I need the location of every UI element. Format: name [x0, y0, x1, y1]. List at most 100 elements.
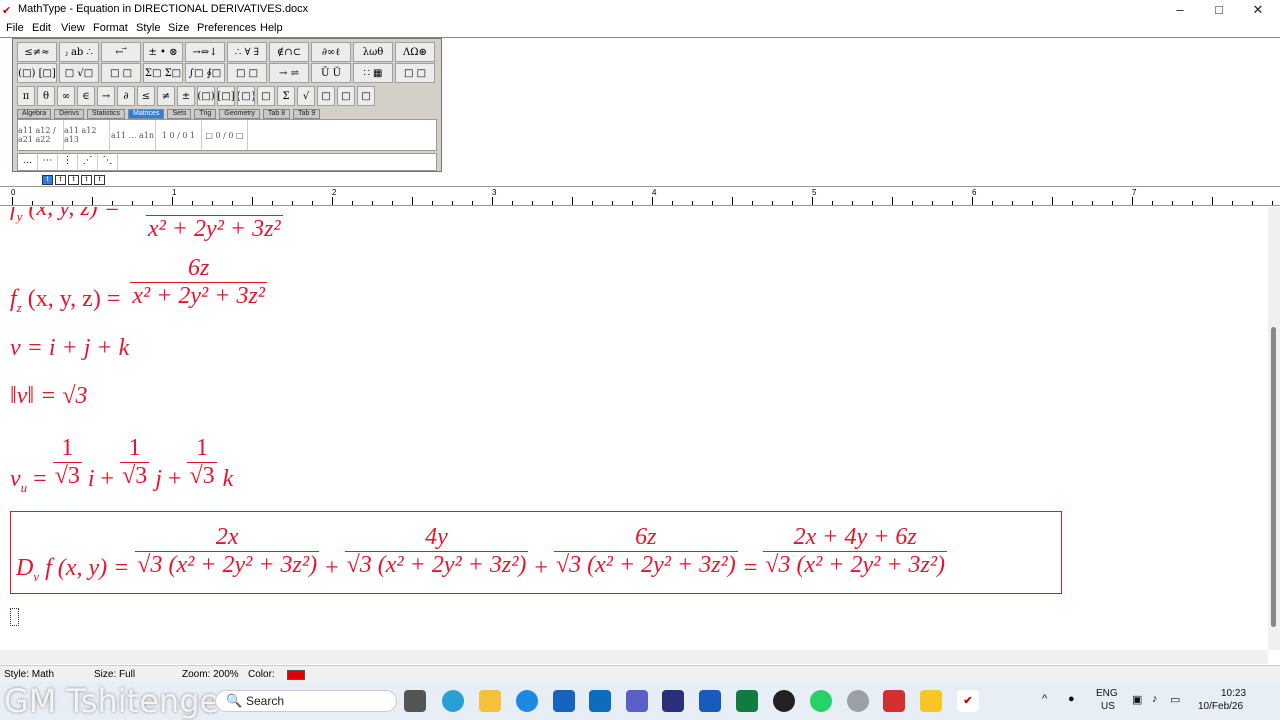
menu-size[interactable]: Size — [168, 22, 189, 34]
tab-geometry[interactable]: Geometry — [219, 109, 260, 119]
tab-statistics[interactable]: Statistics — [86, 109, 125, 119]
sqrt-template-button[interactable]: √ — [297, 86, 315, 106]
superscript-template-button[interactable]: □ — [317, 86, 335, 106]
horizontal-scrollbar[interactable] — [0, 650, 1268, 664]
vertical-scrollbar[interactable] — [1268, 207, 1280, 650]
outlook-icon[interactable] — [589, 690, 611, 712]
pi-symbol-button[interactable]: π — [17, 86, 35, 106]
security-icon[interactable] — [920, 690, 942, 712]
neq-symbol-button[interactable]: ≠ — [157, 86, 175, 106]
spaces-palette-button[interactable]: ⱼ ab ∴ — [59, 42, 99, 62]
tab-matrices[interactable]: Matrices — [128, 109, 165, 119]
diagonal-up-ellipsis-button[interactable]: ⋰ — [78, 154, 98, 170]
relations-palette-button[interactable]: ≤≠≈ — [17, 42, 57, 62]
word-icon[interactable] — [699, 690, 721, 712]
tab-9[interactable]: Tab 9 — [293, 109, 321, 119]
menu-view[interactable]: View — [61, 22, 85, 34]
browser-icon[interactable] — [516, 690, 538, 712]
chevron-up-icon[interactable]: ^ — [1042, 693, 1047, 705]
center-tab-stop[interactable]: t — [55, 175, 66, 185]
vertical-scroll-thumb[interactable] — [1271, 327, 1276, 627]
menu-help[interactable]: Help — [260, 22, 283, 34]
embellishments-palette-button[interactable]: ← ⃗ — [101, 42, 141, 62]
overbar-template-button[interactable]: □ — [357, 86, 375, 106]
menu-file[interactable]: File — [6, 22, 24, 34]
matrix-nxn-template[interactable]: a11 … a1n — [110, 120, 156, 150]
infinity-symbol-button[interactable]: ∞ — [57, 86, 75, 106]
menu-edit[interactable]: Edit — [32, 22, 51, 34]
matrix-3x3-template[interactable]: a11 a12 a13 — [64, 120, 110, 150]
baseline-ellipsis-button[interactable]: … — [18, 154, 38, 170]
boxes-palette-button[interactable]: □ □ — [395, 63, 435, 83]
braces-template-button[interactable]: {□} — [237, 86, 255, 106]
mathtype-app-icon[interactable]: ✔ — [2, 4, 14, 17]
fractions-palette-button[interactable]: □ √□ — [59, 63, 99, 83]
tab-derivs[interactable]: Derivs — [54, 109, 84, 119]
labeled-arrows-palette-button[interactable]: → ⇌ — [269, 63, 309, 83]
tab-algebra[interactable]: Algebra — [17, 109, 52, 119]
center-ellipsis-button[interactable]: ⋯ — [38, 154, 58, 170]
minimize-button[interactable]: – — [1160, 0, 1200, 20]
insertion-slot[interactable] — [10, 608, 19, 626]
mathtype-active-icon[interactable]: ✔ — [957, 690, 979, 712]
products-palette-button[interactable]: Ū Ŭ — [311, 63, 351, 83]
leq-symbol-button[interactable]: ≤ — [137, 86, 155, 106]
teams-icon[interactable] — [626, 690, 648, 712]
equation-editor[interactable]: fy (x, y, z) = x² + 2y² + 3z² fz (x, y, … — [0, 207, 1268, 650]
file-explorer-icon[interactable] — [479, 690, 501, 712]
partial-symbol-button[interactable]: ∂ — [117, 86, 135, 106]
clock-time[interactable]: 10:23 — [1221, 688, 1246, 699]
integrals-palette-button[interactable]: ∫□ ∮□ — [185, 63, 225, 83]
sum-template-button[interactable]: Σ — [277, 86, 295, 106]
bars-palette-button[interactable]: □ □ — [227, 63, 267, 83]
excel-icon[interactable] — [736, 690, 758, 712]
operators-palette-button[interactable]: ± • ⊗ — [143, 42, 183, 62]
matrices-palette-button[interactable]: ∷ ▦ — [353, 63, 393, 83]
theta-symbol-button[interactable]: θ — [37, 86, 55, 106]
chrome-icon[interactable] — [773, 690, 795, 712]
task-view-icon[interactable] — [404, 690, 426, 712]
right-tab-stop[interactable]: t — [68, 175, 79, 185]
app-icon[interactable] — [662, 690, 684, 712]
menu-preferences[interactable]: Preferences — [197, 22, 256, 34]
volume-icon[interactable]: ♪ — [1152, 693, 1158, 705]
sets-palette-button[interactable]: ∉∩⊂ — [269, 42, 309, 62]
menu-style[interactable]: Style — [136, 22, 160, 34]
scripts-palette-button[interactable]: □ □ — [101, 63, 141, 83]
misc-palette-button[interactable]: ∂∞ℓ — [311, 42, 351, 62]
element-of-symbol-button[interactable]: ∈ — [77, 86, 95, 106]
fences-palette-button[interactable]: (□) [□] — [17, 63, 57, 83]
arrows-palette-button[interactable]: →⇔↓ — [185, 42, 225, 62]
language-indicator[interactable]: ENG — [1096, 688, 1118, 699]
menu-format[interactable]: Format — [93, 22, 128, 34]
plusminus-symbol-button[interactable]: ± — [177, 86, 195, 106]
close-button[interactable]: ✕ — [1238, 0, 1278, 20]
color-swatch[interactable] — [287, 670, 305, 680]
fraction-template-button[interactable]: □ — [257, 86, 275, 106]
tab-trig[interactable]: Trig — [194, 109, 217, 119]
whatsapp-icon[interactable] — [810, 690, 832, 712]
battery-icon[interactable]: ▭ — [1170, 693, 1180, 706]
sums-palette-button[interactable]: Σ□ Σ□ — [143, 63, 183, 83]
diagonal-matrix-template[interactable]: □ 0 / 0 □ — [202, 120, 248, 150]
left-tab-stop[interactable]: t — [42, 175, 53, 185]
network-icon[interactable]: ▣ — [1132, 693, 1142, 706]
relational-tab-stop[interactable]: t — [81, 175, 92, 185]
diagonal-down-ellipsis-button[interactable]: ⋱ — [98, 154, 118, 170]
brackets-template-button[interactable]: [□] — [217, 86, 235, 106]
vertical-ellipsis-button[interactable]: ⋮ — [58, 154, 78, 170]
ruler[interactable]: 0 1 2 3 4 5 6 7 — [0, 186, 1280, 206]
edge-icon[interactable] — [442, 690, 464, 712]
parens-template-button[interactable]: (□) — [197, 86, 215, 106]
store-icon[interactable] — [553, 690, 575, 712]
tab-8[interactable]: Tab 8 — [263, 109, 291, 119]
tab-sets[interactable]: Sets — [167, 109, 192, 119]
maximize-button[interactable]: □ — [1199, 0, 1239, 20]
logic-palette-button[interactable]: ∴ ∀ ∃ — [227, 42, 267, 62]
mathtype-icon[interactable] — [847, 690, 869, 712]
acrobat-icon[interactable] — [883, 690, 905, 712]
subscript-template-button[interactable]: □ — [337, 86, 355, 106]
greek-lower-palette-button[interactable]: λωθ — [353, 42, 393, 62]
right-arrow-symbol-button[interactable]: → — [97, 86, 115, 106]
decimal-tab-stop[interactable]: t — [94, 175, 105, 185]
